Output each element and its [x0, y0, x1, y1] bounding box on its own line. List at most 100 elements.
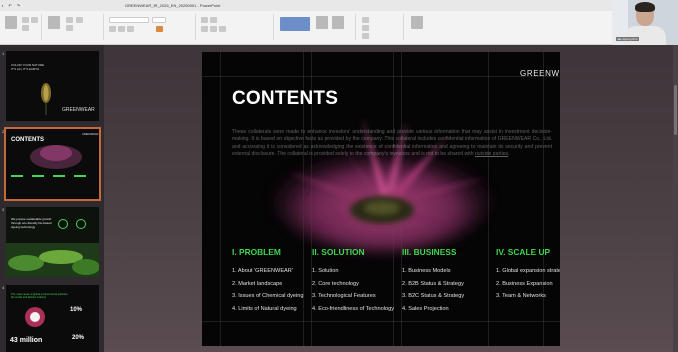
- underline-button[interactable]: [127, 26, 134, 32]
- section-item: 2. Market landscape: [232, 280, 283, 287]
- font-size-select[interactable]: [152, 17, 166, 23]
- leaves-image-icon: [6, 243, 99, 277]
- section-business[interactable]: III. BUSINESS 1. Business Models 2. B2B …: [402, 247, 487, 319]
- slide-title[interactable]: CONTENTS: [232, 88, 338, 110]
- thumbnail-heading: The main cause of global environmental p…: [11, 293, 69, 299]
- section-item: 4. Limits of Natural dyeing: [232, 306, 297, 313]
- thumbnail-sections: [11, 175, 95, 189]
- designer-group: [406, 14, 432, 40]
- editing-group: [358, 14, 404, 40]
- bullets-button[interactable]: [201, 17, 208, 23]
- section-item: 3. B2C Status & Strategy: [402, 293, 465, 300]
- person-hair: [635, 2, 655, 12]
- align-left-button[interactable]: [201, 26, 208, 32]
- flower-image-icon: [30, 145, 82, 169]
- replace-button[interactable]: [362, 25, 369, 31]
- flower-bud-icon: [41, 83, 51, 115]
- arrange-button[interactable]: [316, 16, 328, 29]
- quick-styles-button[interactable]: [332, 16, 344, 29]
- thumbnail-number: 3: [2, 207, 5, 212]
- section-item: 4. Sales Projection: [402, 306, 449, 313]
- section-item: 1. About 'GREENWEAR': [232, 268, 293, 274]
- section-problem[interactable]: I. PROBLEM 1. About 'GREENWEAR' 2. Marke…: [232, 247, 317, 319]
- slide-thumbnail-panel[interactable]: 1 COLOR YOUR NATURE IT'S ALL IT'S EARTH …: [0, 45, 104, 352]
- select-button[interactable]: [362, 33, 369, 39]
- disclaimer-paragraph[interactable]: These collaterals were made to enhance i…: [232, 129, 552, 159]
- quick-access-toolbar: ▪ ↶ ↷: [2, 3, 20, 8]
- slide-thumbnail-1[interactable]: COLOR YOUR NATURE IT'S ALL IT'S EARTH GR…: [6, 51, 99, 121]
- font-family-select[interactable]: [109, 17, 149, 23]
- designer-button[interactable]: [411, 16, 423, 29]
- thumbnail-heading: COLOR YOUR NATURE IT'S ALL IT'S EARTH: [11, 63, 45, 71]
- section-heading: III. BUSINESS: [402, 247, 457, 257]
- section-button[interactable]: [76, 17, 83, 23]
- current-slide[interactable]: GREENWEAR CONTENTS These collaterals wer…: [202, 52, 560, 346]
- section-heading: II. SOLUTION: [312, 247, 365, 257]
- thumbnail-number: 2: [2, 129, 5, 134]
- align-center-button[interactable]: [210, 26, 217, 32]
- thumbnail-number: 1: [2, 51, 5, 56]
- slide-thumbnail-3[interactable]: We pursue sustainable growth through eco…: [6, 207, 99, 277]
- section-heading: IV. SCALE UP: [496, 247, 551, 257]
- guide-line: [202, 321, 560, 322]
- slides-group: [44, 14, 104, 40]
- numbering-button[interactable]: [210, 17, 217, 23]
- section-item: 1. Solution: [312, 268, 339, 274]
- italic-button[interactable]: [118, 26, 125, 32]
- pollution-figure-icon: [25, 307, 45, 327]
- section-item: 3. Issues of Chemical dyeing: [232, 293, 304, 300]
- slide-editing-area[interactable]: GREENWEAR CONTENTS These collaterals wer…: [104, 45, 678, 352]
- section-item: 2. Core technology: [312, 280, 359, 287]
- paste-button[interactable]: [5, 16, 17, 29]
- paragraph-group: [198, 14, 274, 40]
- section-scale-up[interactable]: IV. SCALE UP 1. Global expansion strateg…: [496, 247, 560, 306]
- participant-name: Jae-Hyung Kim: [616, 37, 639, 41]
- vertical-scrollbar[interactable]: [673, 45, 678, 352]
- slide-thumbnail-2[interactable]: CONTENTS GREENWEAR: [4, 127, 101, 201]
- slide-thumbnail-4[interactable]: The main cause of global environmental p…: [6, 285, 99, 352]
- format-painter-button[interactable]: [31, 17, 38, 23]
- title-bar: ▪ ↶ ↷ GREENWEAR_IR_2025_EN_20250001 - Po…: [0, 0, 678, 11]
- section-heading: I. PROBLEM: [232, 247, 281, 257]
- layout-button[interactable]: [66, 17, 73, 23]
- section-item: 2. B2B Status & Strategy: [402, 280, 464, 287]
- section-marker: [74, 175, 86, 177]
- person-body: [624, 26, 666, 45]
- font-color-button[interactable]: [156, 26, 163, 32]
- guide-line: [202, 76, 560, 77]
- guide-line: [220, 52, 221, 346]
- section-solution[interactable]: II. SOLUTION 1. Solution 2. Core technol…: [312, 247, 397, 319]
- new-slide-button[interactable]: [48, 16, 60, 29]
- section-item: 3. Team & Networks: [496, 293, 546, 300]
- scrollbar-thumb[interactable]: [674, 85, 677, 135]
- font-group: [106, 14, 196, 40]
- section-marker: [11, 175, 23, 177]
- find-button[interactable]: [362, 17, 369, 23]
- thumbnail-brand: GREENWEAR: [82, 133, 99, 136]
- stat-value: 43 million: [10, 337, 43, 344]
- undo-icon[interactable]: ↶: [8, 3, 11, 8]
- thumbnail-heading: We pursue sustainable growth through eco…: [11, 217, 52, 229]
- copy-button[interactable]: [22, 25, 29, 31]
- shapes-gallery[interactable]: [280, 17, 310, 31]
- stat-value: 10%: [70, 307, 83, 313]
- section-marker: [32, 175, 44, 177]
- drawing-group: [276, 14, 356, 40]
- cut-button[interactable]: [22, 17, 29, 23]
- ribbon: [0, 11, 678, 45]
- section-item: 1. Business Models: [402, 268, 451, 274]
- reset-button[interactable]: [66, 25, 73, 31]
- clipboard-group: [2, 14, 42, 40]
- section-marker: [53, 175, 65, 177]
- webcam-overlay: Jae-Hyung Kim: [612, 0, 678, 45]
- section-item: 3. Technological Features: [312, 293, 376, 300]
- disclaimer-link[interactable]: outside parties: [475, 151, 508, 157]
- align-right-button[interactable]: [219, 26, 226, 32]
- section-item: 2. Business Expansion: [496, 280, 553, 287]
- save-icon[interactable]: ▪: [2, 3, 3, 8]
- thumbnail-number: 4: [2, 285, 5, 290]
- section-item: 1. Global expansion strategies: [496, 268, 560, 274]
- stat-value: 20%: [72, 335, 85, 341]
- redo-icon[interactable]: ↷: [17, 3, 20, 8]
- bold-button[interactable]: [109, 26, 116, 32]
